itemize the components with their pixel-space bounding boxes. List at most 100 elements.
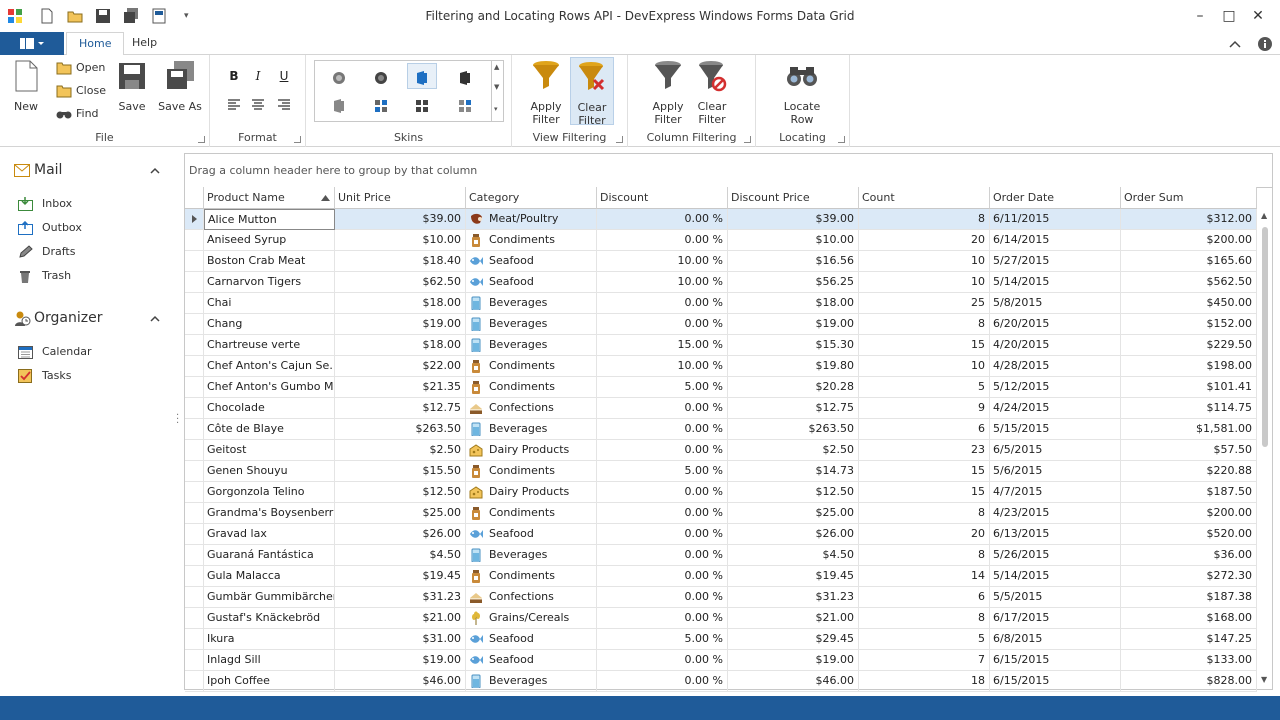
table-row[interactable]: Côte de Blaye $263.50 Beverages 0.00 % $263.… xyxy=(185,419,1257,440)
table-row[interactable]: Gula Malacca $19.45 Condiments 0.00 % $19.45… xyxy=(185,566,1257,587)
product-name-cell[interactable]: Guaraná Fantástica xyxy=(204,545,335,566)
order-sum-cell[interactable]: $168.00 xyxy=(1121,608,1257,629)
file-dialog-launcher[interactable] xyxy=(198,136,205,143)
discount-cell[interactable]: 5.00 % xyxy=(597,629,728,650)
row-indicator[interactable] xyxy=(185,356,204,377)
unit-price-cell[interactable]: $15.50 xyxy=(335,461,466,482)
skin-office-gray-icon[interactable] xyxy=(331,98,347,114)
category-cell[interactable]: Condiments xyxy=(466,461,597,482)
row-indicator[interactable] xyxy=(185,314,204,335)
application-menu-button[interactable] xyxy=(0,32,64,55)
category-cell[interactable]: Seafood xyxy=(466,629,597,650)
order-sum-cell[interactable]: $165.60 xyxy=(1121,251,1257,272)
row-indicator[interactable] xyxy=(185,230,204,251)
category-cell[interactable]: Seafood xyxy=(466,524,597,545)
order-sum-cell[interactable]: $101.41 xyxy=(1121,377,1257,398)
count-cell[interactable]: 10 xyxy=(859,251,990,272)
row-indicator[interactable] xyxy=(185,335,204,356)
unit-price-cell[interactable]: $18.00 xyxy=(335,335,466,356)
order-date-cell[interactable]: 6/13/2015 xyxy=(990,524,1121,545)
discount-cell[interactable]: 0.00 % xyxy=(597,314,728,335)
count-cell[interactable]: 15 xyxy=(859,335,990,356)
discount-cell[interactable]: 0.00 % xyxy=(597,503,728,524)
count-cell[interactable]: 14 xyxy=(859,566,990,587)
skin-dark-circle-icon[interactable] xyxy=(331,70,347,86)
product-name-cell[interactable]: Chocolade xyxy=(204,398,335,419)
product-name-cell[interactable]: Aniseed Syrup xyxy=(204,230,335,251)
product-name-cell[interactable]: Chef Anton's Gumbo Mix xyxy=(204,377,335,398)
scroll-up-icon[interactable]: ▲ xyxy=(1261,211,1267,220)
count-cell[interactable]: 18 xyxy=(859,671,990,692)
locate-row-button[interactable]: Locate Row xyxy=(780,59,824,126)
count-cell[interactable]: 5 xyxy=(859,377,990,398)
order-date-cell[interactable]: 4/20/2015 xyxy=(990,335,1121,356)
maximize-icon[interactable]: □ xyxy=(1219,6,1239,26)
product-name-cell[interactable]: Gula Malacca xyxy=(204,566,335,587)
table-row[interactable]: Chef Anton's Cajun Se… $22.00 Condiments 10… xyxy=(185,356,1257,377)
order-date-cell[interactable]: 5/14/2015 xyxy=(990,566,1121,587)
gallery-expand-icon[interactable]: ▾ xyxy=(494,105,498,113)
gallery-up-icon[interactable]: ▲ xyxy=(494,63,499,71)
order-sum-cell[interactable]: $828.00 xyxy=(1121,671,1257,692)
category-cell[interactable]: Beverages xyxy=(466,314,597,335)
category-cell[interactable]: Condiments xyxy=(466,566,597,587)
open-button[interactable]: Open xyxy=(56,58,105,78)
category-cell[interactable]: Grains/Cereals xyxy=(466,608,597,629)
product-name-cell[interactable]: Gumbär Gummibärchen xyxy=(204,587,335,608)
product-name-cell[interactable]: Ikura xyxy=(204,629,335,650)
bold-button[interactable]: B xyxy=(226,68,242,84)
column-header-category[interactable]: Category xyxy=(466,187,597,209)
find-button[interactable]: Find xyxy=(56,104,99,124)
discount-price-cell[interactable]: $263.50 xyxy=(728,419,859,440)
product-name-cell[interactable]: Gravad lax xyxy=(204,524,335,545)
unit-price-cell[interactable]: $18.40 xyxy=(335,251,466,272)
order-date-cell[interactable]: 5/15/2015 xyxy=(990,419,1121,440)
table-row[interactable]: Chartreuse verte $18.00 Beverages 15.00 % $1… xyxy=(185,335,1257,356)
order-sum-cell[interactable]: $200.00 xyxy=(1121,230,1257,251)
order-sum-cell[interactable]: $520.00 xyxy=(1121,524,1257,545)
nav-item-calendar[interactable]: Calendar xyxy=(18,342,91,362)
skin-office-dark-icon[interactable] xyxy=(457,70,473,86)
count-cell[interactable]: 8 xyxy=(859,314,990,335)
order-sum-cell[interactable]: $272.30 xyxy=(1121,566,1257,587)
unit-price-cell[interactable]: $19.00 xyxy=(335,650,466,671)
category-cell[interactable]: Condiments xyxy=(466,356,597,377)
column-header-order-sum[interactable]: Order Sum xyxy=(1121,187,1257,209)
category-cell[interactable]: Condiments xyxy=(466,503,597,524)
category-cell[interactable]: Meat/Poultry xyxy=(466,209,597,230)
vertical-scrollbar[interactable]: ▲ ▼ xyxy=(1258,209,1272,688)
discount-price-cell[interactable]: $20.28 xyxy=(728,377,859,398)
order-date-cell[interactable]: 5/5/2015 xyxy=(990,587,1121,608)
category-cell[interactable]: Confections xyxy=(466,398,597,419)
count-cell[interactable]: 7 xyxy=(859,650,990,671)
tab-help[interactable]: Help xyxy=(120,32,169,56)
row-indicator[interactable] xyxy=(185,461,204,482)
order-sum-cell[interactable]: $133.00 xyxy=(1121,650,1257,671)
discount-price-cell[interactable]: $19.00 xyxy=(728,650,859,671)
unit-price-cell[interactable]: $19.45 xyxy=(335,566,466,587)
count-cell[interactable]: 6 xyxy=(859,419,990,440)
table-row[interactable]: Guaraná Fantástica $4.50 Beverages 0.00 % $4… xyxy=(185,545,1257,566)
table-row[interactable]: Inlagd Sill $19.00 Seafood 0.00 % $19.00 7 6/1… xyxy=(185,650,1257,671)
unit-price-cell[interactable]: $18.00 xyxy=(335,293,466,314)
row-indicator[interactable] xyxy=(185,377,204,398)
product-name-cell[interactable]: Inlagd Sill xyxy=(204,650,335,671)
discount-cell[interactable]: 0.00 % xyxy=(597,587,728,608)
order-date-cell[interactable]: 6/15/2015 xyxy=(990,650,1121,671)
category-cell[interactable]: Confections xyxy=(466,587,597,608)
count-cell[interactable]: 6 xyxy=(859,587,990,608)
close-icon[interactable]: ✕ xyxy=(1248,6,1268,26)
product-name-cell[interactable]: Genen Shouyu xyxy=(204,461,335,482)
discount-price-cell[interactable]: $10.00 xyxy=(728,230,859,251)
nav-item-inbox[interactable]: Inbox xyxy=(18,194,72,214)
order-sum-cell[interactable]: $198.00 xyxy=(1121,356,1257,377)
product-name-cell[interactable]: Gorgonzola Telino xyxy=(204,482,335,503)
order-date-cell[interactable]: 4/23/2015 xyxy=(990,503,1121,524)
minimize-icon[interactable]: – xyxy=(1190,6,1210,26)
order-date-cell[interactable]: 5/26/2015 xyxy=(990,545,1121,566)
skin-office-blue-icon[interactable] xyxy=(414,70,430,86)
discount-cell[interactable]: 0.00 % xyxy=(597,293,728,314)
order-date-cell[interactable]: 5/12/2015 xyxy=(990,377,1121,398)
discount-price-cell[interactable]: $14.73 xyxy=(728,461,859,482)
table-row[interactable]: Ipoh Coffee $46.00 Beverages 0.00 % $46.00 18… xyxy=(185,671,1257,692)
